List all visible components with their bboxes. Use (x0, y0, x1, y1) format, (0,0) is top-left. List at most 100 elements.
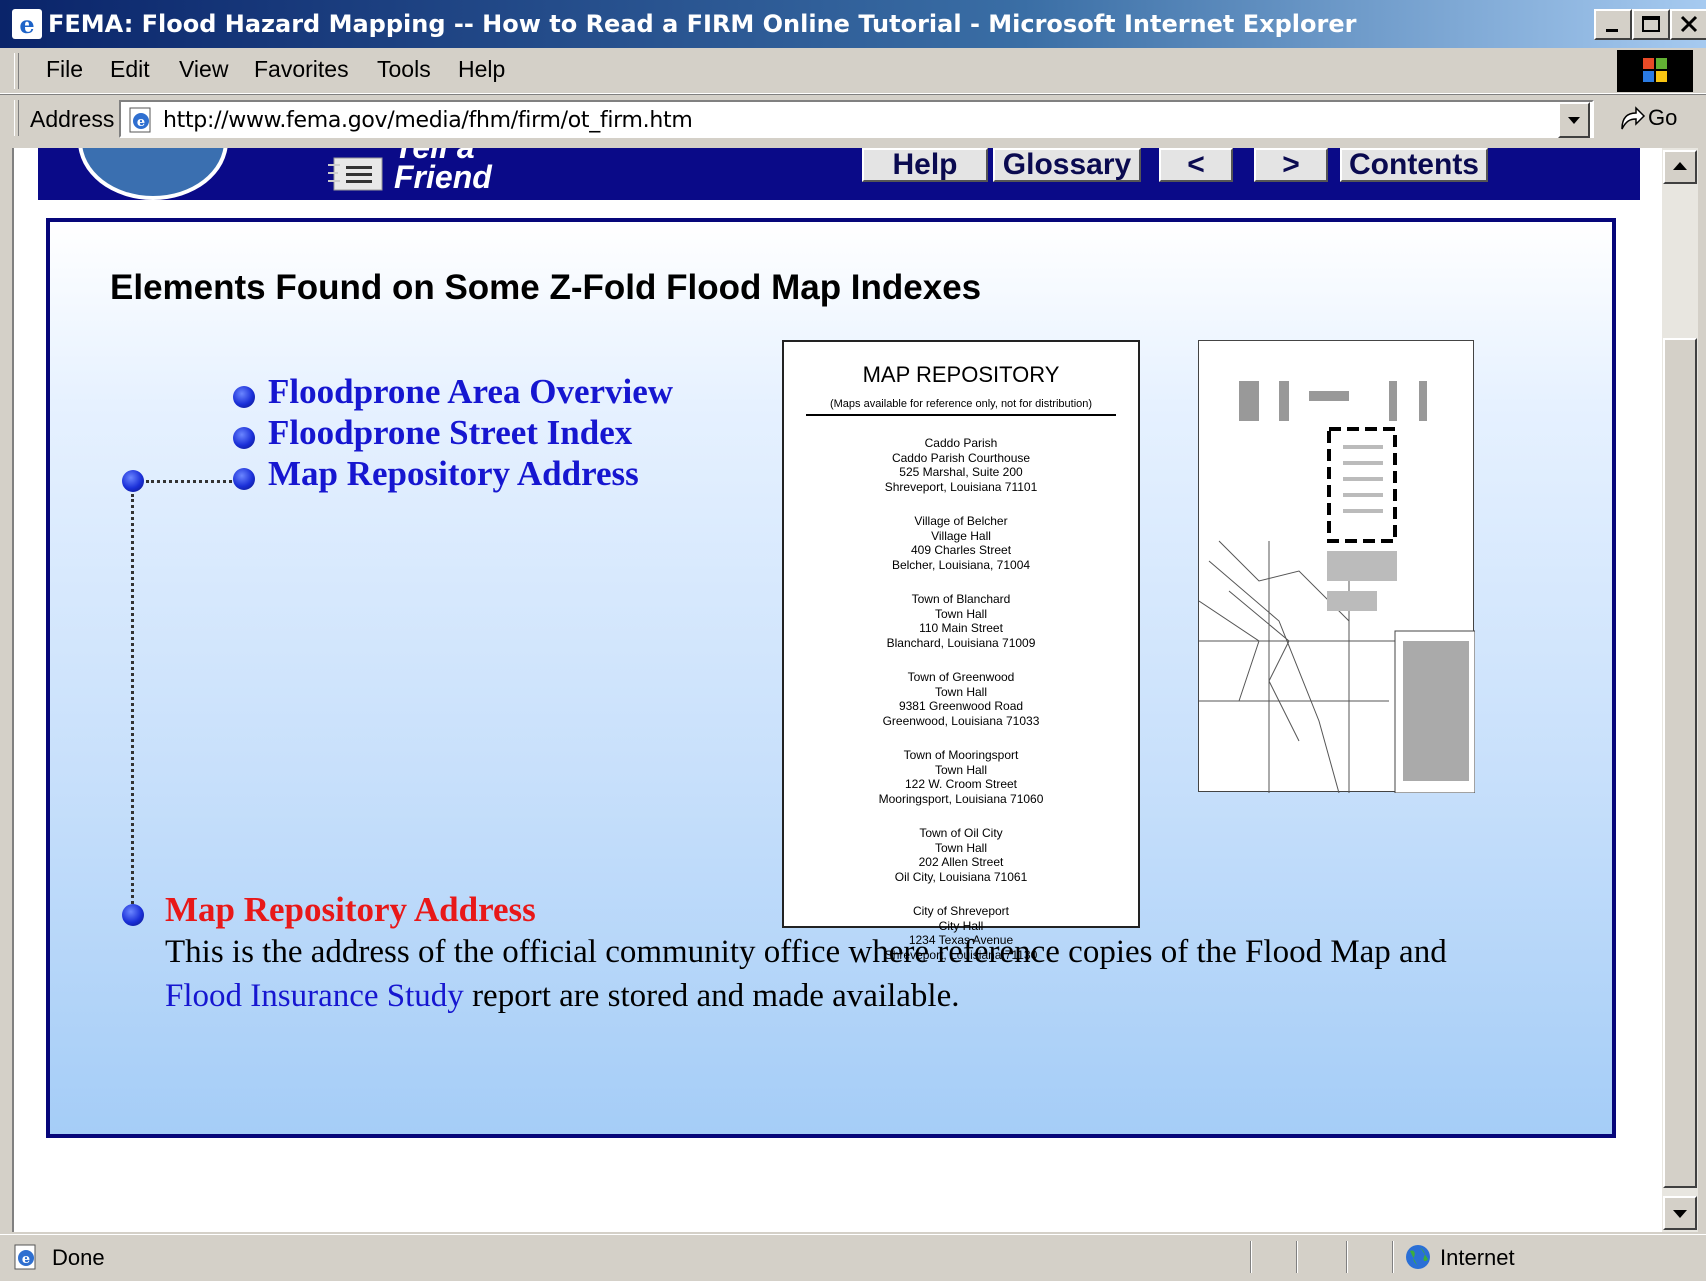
menu-favorites[interactable]: Favorites (254, 56, 349, 83)
address-line: 409 Charles Street (910, 543, 1012, 557)
card-subtitle: (Maps available for reference only, not … (829, 398, 1093, 410)
link-floodprone-area-overview[interactable]: Floodprone Area Overview (268, 372, 673, 412)
address-line: Shreveport, Louisiana 71130 (884, 947, 1038, 962)
address-label: Address (30, 106, 115, 132)
status-divider (1346, 1241, 1348, 1273)
scroll-thumb[interactable] (1663, 338, 1697, 1188)
page-viewport: Tell a Friend Help Glossary < > Contents… (12, 148, 1664, 1232)
dropdown-arrow-icon (1568, 117, 1580, 124)
address-line: City of Shreveport (912, 904, 1010, 918)
status-bar: e Done Internet (0, 1234, 1706, 1281)
address-line: Town Hall (934, 606, 988, 621)
next-button[interactable]: > (1254, 148, 1328, 182)
address-block: Town of Mooringsport Town Hall 122 W. Croo… (784, 748, 1138, 806)
address-block: Town of Blanchard Town Hall 110 Main Stree… (784, 592, 1138, 650)
scroll-down-button[interactable] (1663, 1196, 1697, 1230)
connector-bullet-icon (122, 470, 144, 492)
address-input[interactable]: e http://www.fema.gov/media/fhm/firm/ot_… (119, 100, 1594, 138)
menu-tools[interactable]: Tools (377, 56, 431, 83)
address-line: Belcher, Louisiana, 71004 (891, 557, 1031, 572)
address-line: Village of Belcher (914, 514, 1008, 528)
address-block: Caddo Parish Caddo Parish Courthouse 525 M… (784, 436, 1138, 494)
status-divider (1392, 1241, 1394, 1273)
address-block: Town of Greenwood Town Hall 9381 Greenwood… (784, 670, 1138, 728)
address-url: http://www.fema.gov/media/fhm/firm/ot_fi… (163, 108, 693, 133)
menu-file[interactable]: File (46, 56, 83, 83)
scroll-up-button[interactable] (1663, 150, 1697, 184)
go-button[interactable]: Go (1608, 101, 1698, 137)
maximize-icon (1642, 16, 1660, 32)
site-banner: Tell a Friend Help Glossary < > Contents (38, 148, 1640, 200)
security-zone-text: Internet (1440, 1245, 1515, 1270)
close-icon (1680, 15, 1698, 33)
address-line: Town of Mooringsport (903, 748, 1019, 762)
address-line: 122 W. Croom Street (904, 777, 1018, 791)
title-bar: e FEMA: Flood Hazard Mapping -- How to R… (0, 0, 1706, 48)
address-line: Blanchard, Louisiana 71009 (886, 635, 1036, 650)
link-map-repository-address[interactable]: Map Repository Address (268, 454, 639, 494)
address-line: Town Hall (934, 762, 988, 777)
page-title: Elements Found on Some Z-Fold Flood Map … (110, 268, 982, 307)
link-floodprone-street-index[interactable]: Floodprone Street Index (268, 413, 632, 453)
toolbar-grip[interactable] (14, 53, 19, 89)
bullet-icon (233, 386, 255, 408)
address-block: Town of Oil City Town Hall 202 Allen Stree… (784, 826, 1138, 884)
page-icon: e (129, 107, 151, 133)
page-done-icon: e (14, 1244, 36, 1270)
address-line: 9381 Greenwood Road (898, 699, 1024, 713)
tell-a-friend-link[interactable]: Tell a Friend (394, 148, 504, 193)
card-divider (806, 414, 1116, 416)
address-line: Town of Oil City (919, 826, 1003, 840)
address-line: Village Hall (931, 528, 991, 543)
svg-text:e: e (22, 1252, 30, 1267)
previous-button[interactable]: < (1159, 148, 1233, 182)
address-list: Caddo Parish Caddo Parish Courthouse 525 M… (784, 436, 1138, 962)
address-block: City of Shreveport City Hall 1234 Texas Av… (784, 904, 1138, 962)
globe-icon (1406, 1245, 1430, 1269)
address-dropdown-button[interactable] (1558, 102, 1590, 138)
address-line: 202 Allen Street (918, 855, 1004, 869)
down-arrow-icon (1673, 1210, 1687, 1218)
description-title: Map Repository Address (165, 890, 536, 929)
up-arrow-icon (1673, 162, 1687, 170)
address-line: City Hall (938, 918, 984, 933)
connector-line (146, 480, 232, 483)
ie-logo-icon: e (12, 9, 42, 39)
svg-text:e: e (137, 115, 145, 130)
description-text-part: report are stored and made available. (463, 978, 960, 1014)
address-line: Town Hall (934, 840, 988, 855)
vertical-scrollbar[interactable] (1662, 148, 1698, 1232)
flood-insurance-study-link[interactable]: Flood Insurance Study (165, 978, 464, 1014)
menu-edit[interactable]: Edit (110, 56, 150, 83)
window-title: FEMA: Flood Hazard Mapping -- How to Rea… (48, 10, 1357, 38)
menu-view[interactable]: View (179, 56, 228, 83)
close-button[interactable] (1670, 9, 1706, 40)
go-arrow-icon (1621, 106, 1646, 130)
contents-button[interactable]: Contents (1340, 148, 1488, 182)
minimize-button[interactable] (1594, 9, 1632, 40)
bullet-icon (233, 468, 255, 490)
toolbar-grip[interactable] (14, 100, 19, 136)
address-bar: Address e http://www.fema.gov/media/fhm/… (0, 94, 1706, 145)
address-line: Town of Blanchard (911, 592, 1011, 606)
minimize-icon (1606, 29, 1618, 32)
help-button[interactable]: Help (862, 148, 988, 182)
status-divider (1296, 1241, 1298, 1273)
menu-bar: File Edit View Favorites Tools Help (0, 48, 1706, 94)
address-block: Village of Belcher Village Hall 409 Charle… (784, 514, 1138, 572)
address-line: Mooringsport, Louisiana 71060 (878, 791, 1044, 806)
fema-seal-logo (78, 148, 228, 200)
glossary-button[interactable]: Glossary (993, 148, 1141, 182)
flood-map-index-image (1198, 340, 1476, 794)
content-panel: Elements Found on Some Z-Fold Flood Map … (46, 218, 1616, 1138)
address-line: 525 Marshal, Suite 200 (899, 465, 1023, 479)
status-text: Done (52, 1245, 105, 1270)
envelope-icon (328, 157, 383, 191)
address-line: Caddo Parish Courthouse (891, 450, 1031, 465)
address-line: 1234 Texas Avenue (908, 933, 1014, 947)
address-line: Greenwood, Louisiana 71033 (882, 713, 1040, 728)
go-label: Go (1648, 105, 1678, 130)
menu-help[interactable]: Help (458, 56, 505, 83)
maximize-button[interactable] (1632, 9, 1670, 40)
windows-logo-icon (1617, 50, 1693, 92)
